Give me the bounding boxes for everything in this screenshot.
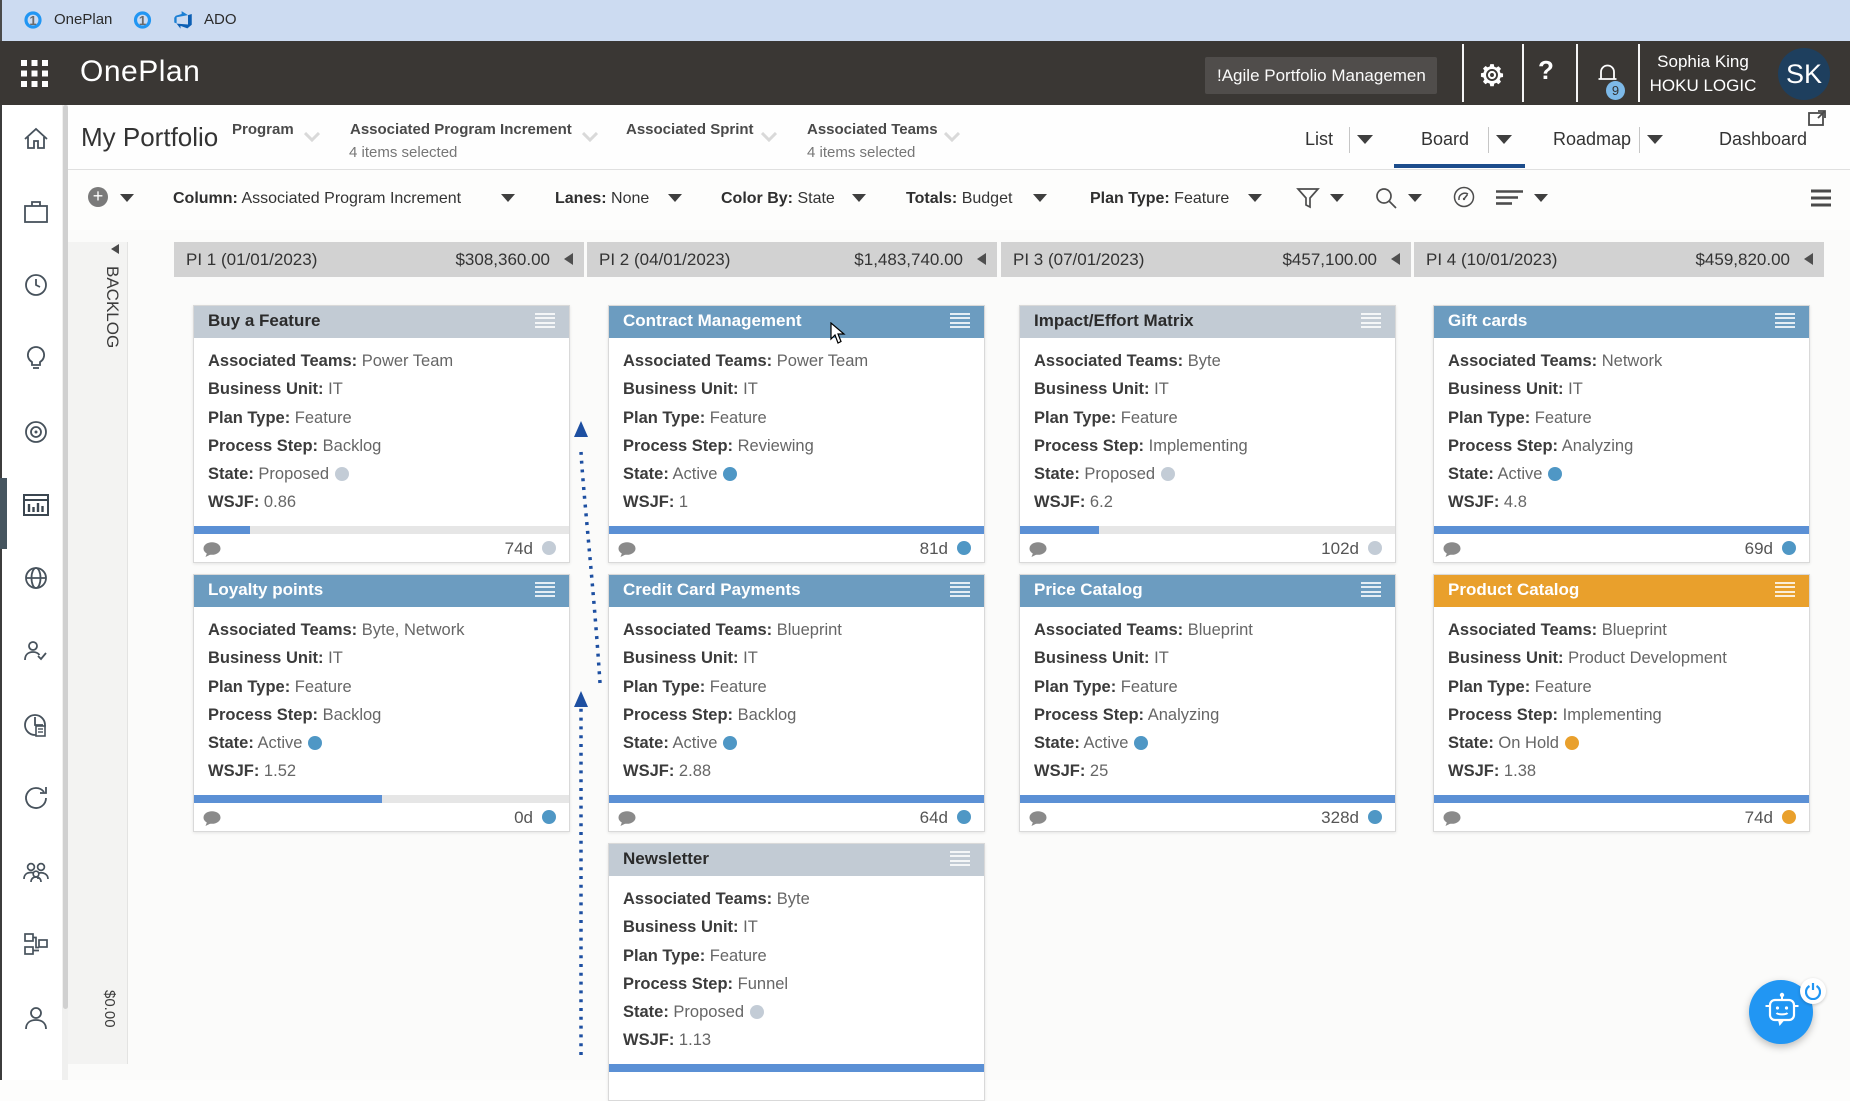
- svg-text:1: 1: [29, 13, 36, 28]
- svg-text:1: 1: [139, 13, 146, 28]
